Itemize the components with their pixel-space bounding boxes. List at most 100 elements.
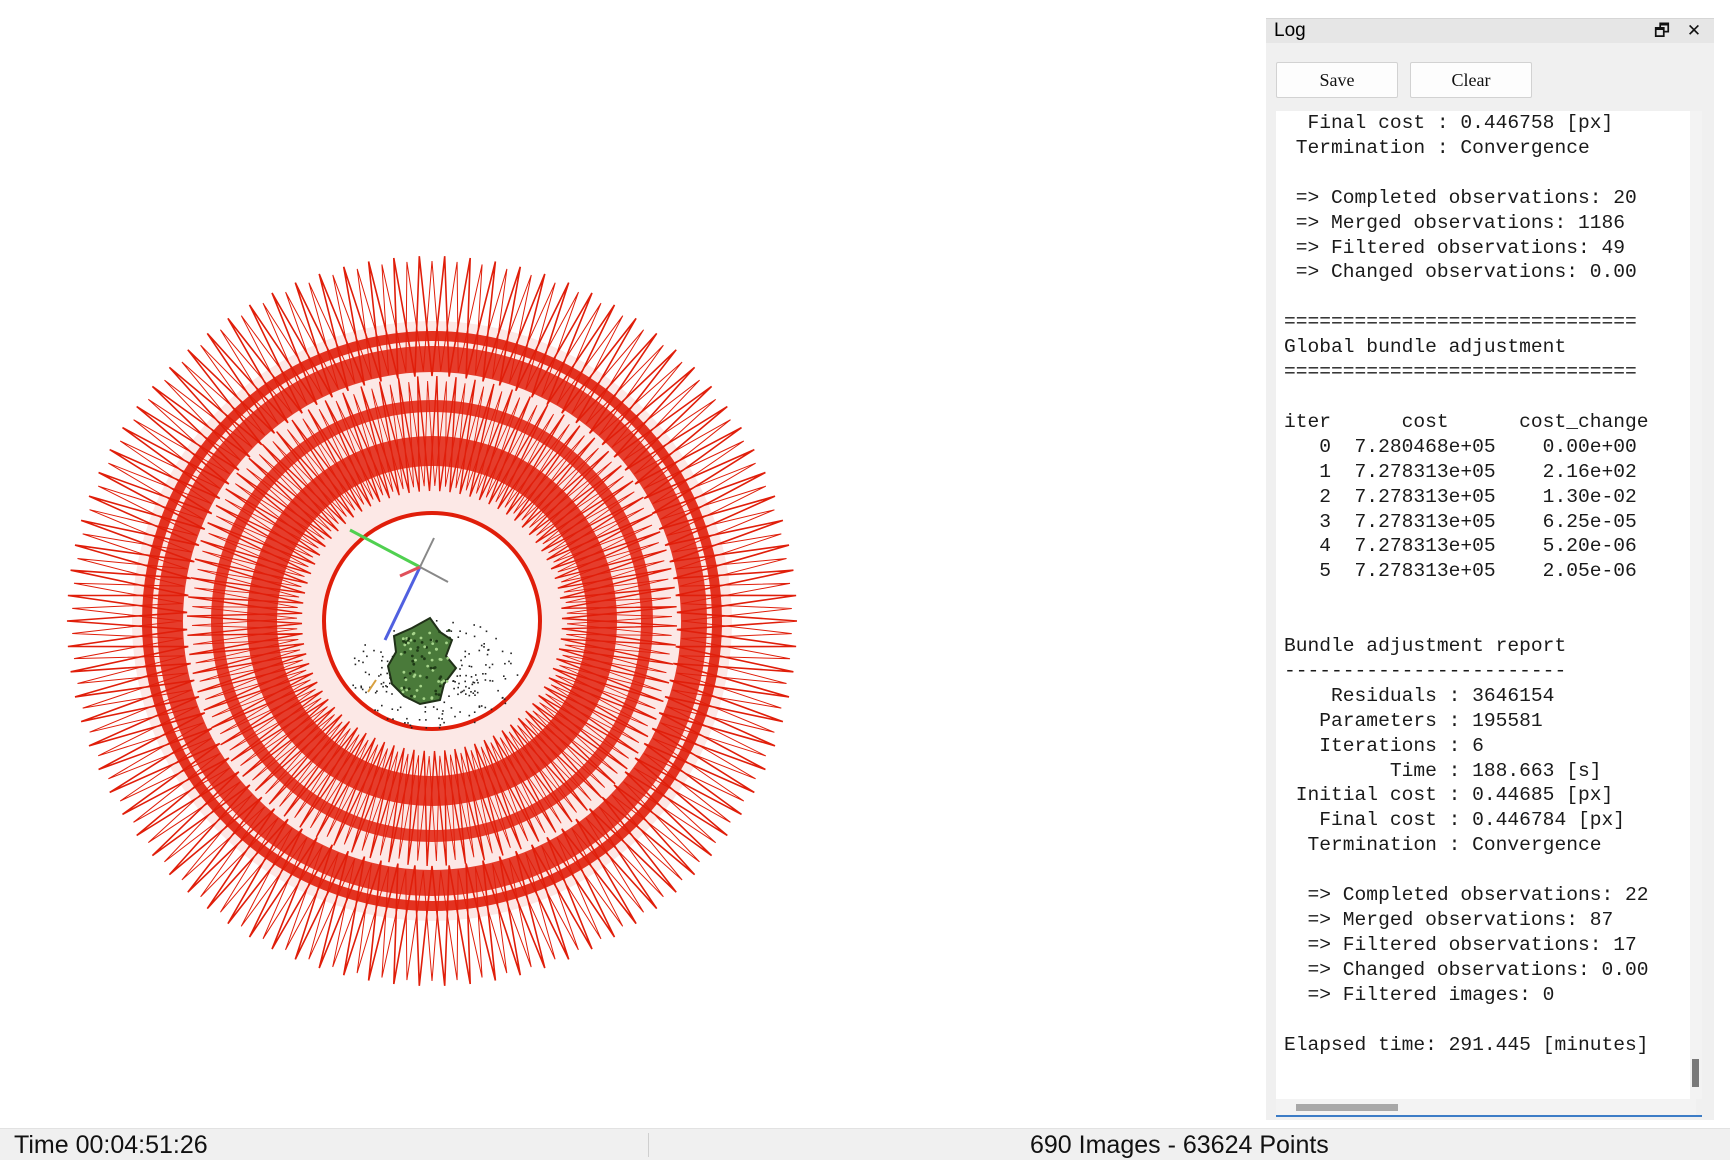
object-point <box>407 637 411 641</box>
sparse-point <box>353 657 356 660</box>
object-point <box>413 695 416 698</box>
sparse-point <box>397 709 399 711</box>
log-titlebar[interactable]: Log 🗗 ✕ <box>1266 18 1714 43</box>
sparse-point <box>361 688 364 691</box>
sparse-point <box>382 681 385 684</box>
object-point <box>420 641 424 644</box>
object-point <box>407 687 411 691</box>
log-line: 4 7.278313e+05 5.20e-06 <box>1284 535 1637 558</box>
object-point <box>428 631 432 635</box>
object-point <box>418 674 422 678</box>
object-point <box>434 692 438 696</box>
sparse-point <box>495 637 497 640</box>
horizontal-scrollbar[interactable] <box>1276 1099 1696 1115</box>
sparse-point <box>360 685 362 688</box>
sparse-point <box>490 708 493 711</box>
sparse-point <box>487 648 490 651</box>
log-line: ============================== <box>1284 361 1637 384</box>
object-point <box>403 643 407 647</box>
log-line: iter cost cost_change <box>1284 410 1649 433</box>
object-point <box>419 636 423 640</box>
sparse-point <box>491 680 494 682</box>
close-icon[interactable]: ✕ <box>1682 19 1706 43</box>
sparse-point <box>472 692 475 694</box>
object-point <box>402 670 406 674</box>
log-line: Final cost : 0.446758 [px] <box>1284 112 1614 134</box>
sparse-point <box>461 664 463 667</box>
log-text-area[interactable]: Final cost : 0.446758 [px] Termination :… <box>1276 111 1696 1099</box>
sparse-point <box>473 721 476 724</box>
log-line: Final cost : 0.446784 [px] <box>1284 809 1625 832</box>
sparse-point <box>470 676 473 678</box>
object-point <box>448 636 451 640</box>
sparse-point <box>480 644 483 647</box>
sparse-point <box>473 635 476 638</box>
sparse-point <box>465 685 467 688</box>
object-point <box>425 676 429 679</box>
log-line: => Filtered images: 0 <box>1284 983 1555 1006</box>
sparse-point <box>457 693 459 696</box>
sparse-point <box>442 710 444 712</box>
sparse-point <box>441 713 444 715</box>
log-dock-panel: Log 🗗 ✕ Save Clear Final cost : 0.446758… <box>1266 18 1714 1120</box>
object-point <box>407 641 410 645</box>
sparse-point <box>354 663 357 666</box>
sparse-point <box>459 630 461 632</box>
sparse-point <box>465 632 467 635</box>
object-point <box>416 646 420 649</box>
sparse-point <box>503 675 505 677</box>
sparse-point <box>474 694 476 696</box>
vertical-scrollbar-thumb[interactable] <box>1692 1059 1699 1087</box>
object-point <box>414 658 417 662</box>
save-button[interactable]: Save <box>1276 62 1398 98</box>
sparse-point <box>488 666 491 669</box>
sparse-point <box>504 678 507 680</box>
sparse-point <box>504 702 507 705</box>
sparse-point <box>436 708 438 711</box>
sparse-point <box>386 686 388 688</box>
sparse-point <box>381 659 383 662</box>
object-point <box>409 647 412 651</box>
sparse-point <box>484 679 487 681</box>
sparse-point <box>450 707 453 709</box>
sparse-point <box>459 674 461 677</box>
object-point <box>399 652 403 656</box>
sparse-point <box>504 662 506 665</box>
horizontal-scrollbar-thumb[interactable] <box>1296 1104 1398 1111</box>
sparse-point <box>477 681 479 684</box>
object-point <box>401 690 405 694</box>
restore-window-icon[interactable]: 🗗 <box>1650 19 1674 43</box>
sparse-point <box>441 718 443 720</box>
sparse-point <box>354 687 357 689</box>
log-line: 3 7.278313e+05 6.25e-05 <box>1284 510 1637 533</box>
clear-button[interactable]: Clear <box>1410 62 1532 98</box>
log-line: => Changed observations: 0.00 <box>1284 261 1637 284</box>
sparse-point <box>406 717 408 720</box>
sparse-point <box>391 708 394 710</box>
sparse-point <box>386 718 389 720</box>
object-point <box>438 630 441 634</box>
sparse-point <box>468 687 470 689</box>
sparse-point <box>376 690 378 692</box>
sparse-point <box>458 682 460 685</box>
sparse-point <box>489 679 491 682</box>
sparse-point <box>380 673 382 676</box>
object-point <box>404 641 408 644</box>
log-line: Time : 188.663 [s] <box>1284 759 1602 782</box>
sparse-point <box>516 674 519 676</box>
sparse-point <box>378 675 380 677</box>
sparse-point <box>472 681 474 684</box>
sparse-point <box>404 722 406 724</box>
object-point <box>412 670 415 673</box>
sparse-point <box>465 674 467 677</box>
object-point <box>413 639 416 643</box>
vertical-scrollbar[interactable] <box>1690 111 1702 1099</box>
sparse-point <box>364 644 366 646</box>
sparse-point <box>483 643 485 645</box>
3d-reconstruction-viewport[interactable] <box>0 0 1260 1128</box>
sparse-point <box>380 651 382 653</box>
sparse-point <box>508 660 510 663</box>
sparse-point <box>457 636 460 638</box>
object-point <box>422 697 426 700</box>
